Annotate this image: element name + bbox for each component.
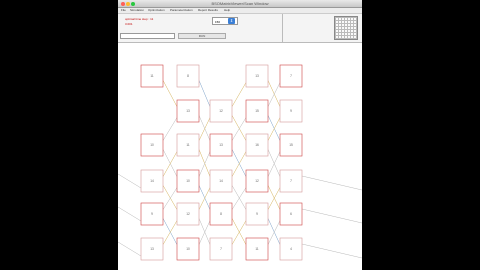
matrix-cell-label: 4 [290, 247, 292, 251]
matrix-cell[interactable]: 11 [245, 237, 269, 261]
matrix-cell-label: 7 [290, 74, 292, 78]
connector-line [301, 243, 362, 259]
matrix-cell[interactable]: 7 [279, 64, 303, 88]
connector-lines [118, 80, 362, 259]
matrix-cell-label: 12 [219, 109, 223, 113]
menu-optimization[interactable]: Optimization [148, 8, 165, 13]
matrix-cell-label: 7 [220, 247, 222, 251]
matrix-cell[interactable]: 9 [140, 202, 164, 226]
matrix-cell-label: 13 [219, 143, 223, 147]
matrix-cell-label: 12 [255, 179, 259, 183]
window-title: BSOMatrixViewer/Scan Window [211, 1, 269, 6]
matrix-cell-label: 11 [150, 74, 154, 78]
status-label: optimal time step : 11 [125, 17, 154, 21]
matrix-cell-label: 11 [186, 143, 190, 147]
matrix-cell[interactable]: 8 [176, 64, 200, 88]
matrix-cell-label: 10 [186, 179, 190, 183]
matrix-cell[interactable]: 8 [209, 202, 233, 226]
matrix-cell-label: 9 [151, 212, 153, 216]
matrix-cell-label: 11 [255, 247, 259, 251]
run-button[interactable]: RUN [178, 33, 226, 39]
matrix-cell[interactable]: 10 [176, 237, 200, 261]
connector-line [231, 82, 247, 107]
matrix-cell[interactable]: 14 [209, 169, 233, 193]
matrix-cell[interactable]: 13 [176, 99, 200, 123]
connector-line [162, 80, 178, 107]
matrix-cell[interactable]: 15 [245, 99, 269, 123]
matrix-cell[interactable]: 9 [279, 99, 303, 123]
matrix-cell-label: 15 [255, 109, 259, 113]
connector-line [118, 173, 142, 189]
matrix-cell[interactable]: 14 [140, 169, 164, 193]
matrix-cell-label: 14 [150, 179, 154, 183]
matrix-cell[interactable]: 15 [279, 133, 303, 157]
matrix-cell[interactable]: 12 [176, 202, 200, 226]
matrix-cell-label: 14 [219, 179, 223, 183]
menu-simulation[interactable]: Simulation [130, 8, 144, 13]
matrix-cell-label: 13 [186, 109, 190, 113]
command-input[interactable] [120, 33, 175, 39]
matrix-cell[interactable]: 12 [245, 169, 269, 193]
zoom-stepper-icon[interactable]: ⇕ [228, 18, 235, 24]
matrix-canvas: 11 8 13 7 13 12 15 9 10 11 13 16 15 14 10 14 12 7 9 12 8 9 6 13… [118, 64, 362, 261]
toolbar-divider [282, 14, 283, 42]
connector-line [118, 241, 142, 257]
matrix-cell[interactable]: 12 [209, 99, 233, 123]
connector-line [301, 208, 362, 224]
matrix-cell-label: 6 [290, 212, 292, 216]
matrix-cell[interactable]: 10 [140, 133, 164, 157]
matrix-cell-label: 7 [290, 179, 292, 183]
connector-line [301, 175, 362, 191]
matrix-cell-label: 10 [186, 247, 190, 251]
matrix-cell[interactable]: 11 [140, 64, 164, 88]
matrix-cell[interactable]: 16 [245, 133, 269, 157]
matrix-cell-label: 10 [150, 143, 154, 147]
matrix-cell-label: 13 [255, 74, 259, 78]
matrix-cell-label: 9 [290, 109, 292, 113]
title-bar: BSOMatrixViewer/Scan Window [118, 0, 362, 8]
connector-line [118, 206, 142, 222]
matrix-cell[interactable]: 13 [209, 133, 233, 157]
toolbar: optimal time step : 11 3.001 150 ⇕ RUN [118, 14, 362, 43]
app-window: BSOMatrixViewer/Scan Window File Simulat… [118, 0, 362, 270]
menu-parameterization[interactable]: Parameterization [170, 8, 193, 13]
menu-file[interactable]: File [121, 8, 126, 13]
connector-line [198, 80, 211, 107]
matrix-cell[interactable]: 6 [279, 202, 303, 226]
matrix-cell-label: 8 [187, 74, 189, 78]
connector-line [162, 117, 178, 141]
matrix-cell-label: 13 [150, 247, 154, 251]
matrix-cell[interactable]: 7 [209, 237, 233, 261]
matrix-cell[interactable]: 9 [245, 202, 269, 226]
matrix-cell[interactable]: 11 [176, 133, 200, 157]
status-value: 3.001 [125, 22, 133, 26]
matrix-cell-label: 12 [186, 212, 190, 216]
matrix-cells: 11 8 13 7 13 12 15 9 10 11 13 16 15 14 10 14 12 7 9 12 8 9 6 13… [140, 64, 303, 261]
matrix-cell-label: 15 [289, 143, 293, 147]
menu-report-results[interactable]: Report Results [198, 8, 218, 13]
matrix-cell[interactable]: 4 [279, 237, 303, 261]
matrix-cell[interactable]: 7 [279, 169, 303, 193]
grid-preview [334, 16, 358, 40]
matrix-cell[interactable]: 13 [140, 237, 164, 261]
matrix-cell-label: 9 [256, 212, 258, 216]
matrix-cell[interactable]: 10 [176, 169, 200, 193]
matrix-cell-label: 8 [220, 212, 222, 216]
matrix-cell-label: 16 [255, 143, 259, 147]
matrix-cell[interactable]: 13 [245, 64, 269, 88]
menu-help[interactable]: Help [224, 8, 230, 13]
